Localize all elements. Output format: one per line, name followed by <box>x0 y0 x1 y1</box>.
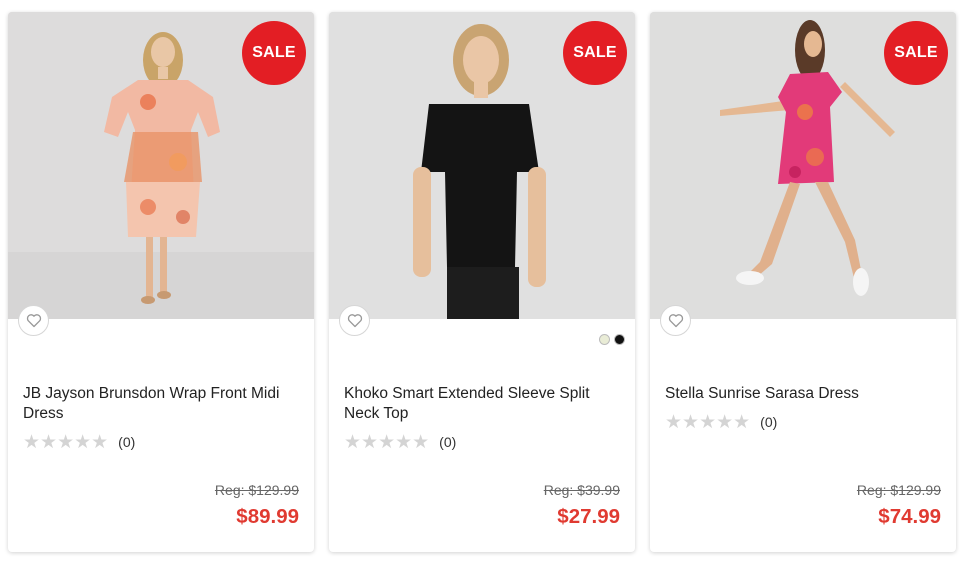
regular-price: Reg: $39.99 <box>543 482 620 498</box>
sale-price: $27.99 <box>557 505 620 528</box>
product-image[interactable]: SALE <box>650 12 956 319</box>
color-swatch-black[interactable] <box>614 334 625 345</box>
product-card[interactable]: SALE JB Jayson Brunsdon Wrap Front Midi … <box>8 12 314 552</box>
product-rating: ★★★★★ (0) <box>665 411 777 433</box>
product-image[interactable]: SALE <box>329 12 635 319</box>
product-grid: SALE JB Jayson Brunsdon Wrap Front Midi … <box>8 12 956 552</box>
sale-badge: SALE <box>884 21 948 85</box>
review-count[interactable]: (0) <box>439 434 456 450</box>
wishlist-heart-icon[interactable] <box>660 305 691 336</box>
wishlist-heart-icon[interactable] <box>18 305 49 336</box>
product-card[interactable]: SALE Khoko Smart Extended Sleeve Split N… <box>329 12 635 552</box>
sale-badge: SALE <box>563 21 627 85</box>
rating-stars-icon: ★★★★★ <box>344 431 430 453</box>
product-card[interactable]: SALE Stella Sunrise Sarasa Dress ★★★★★ (… <box>650 12 956 552</box>
product-rating: ★★★★★ (0) <box>23 431 135 453</box>
product-title[interactable]: JB Jayson Brunsdon Wrap Front Midi Dress <box>23 384 298 424</box>
sale-price: $89.99 <box>236 505 299 528</box>
sale-price: $74.99 <box>878 505 941 528</box>
product-title[interactable]: Stella Sunrise Sarasa Dress <box>665 384 940 404</box>
regular-price: Reg: $129.99 <box>856 482 941 498</box>
color-swatches <box>599 334 625 345</box>
regular-price: Reg: $129.99 <box>214 482 299 498</box>
wishlist-heart-icon[interactable] <box>339 305 370 336</box>
sale-badge: SALE <box>242 21 306 85</box>
product-image[interactable]: SALE <box>8 12 314 319</box>
color-swatch-cream[interactable] <box>599 334 610 345</box>
rating-stars-icon: ★★★★★ <box>665 411 751 433</box>
rating-stars-icon: ★★★★★ <box>23 431 109 453</box>
review-count[interactable]: (0) <box>118 434 135 450</box>
product-rating: ★★★★★ (0) <box>344 431 456 453</box>
review-count[interactable]: (0) <box>760 414 777 430</box>
product-title[interactable]: Khoko Smart Extended Sleeve Split Neck T… <box>344 384 619 424</box>
